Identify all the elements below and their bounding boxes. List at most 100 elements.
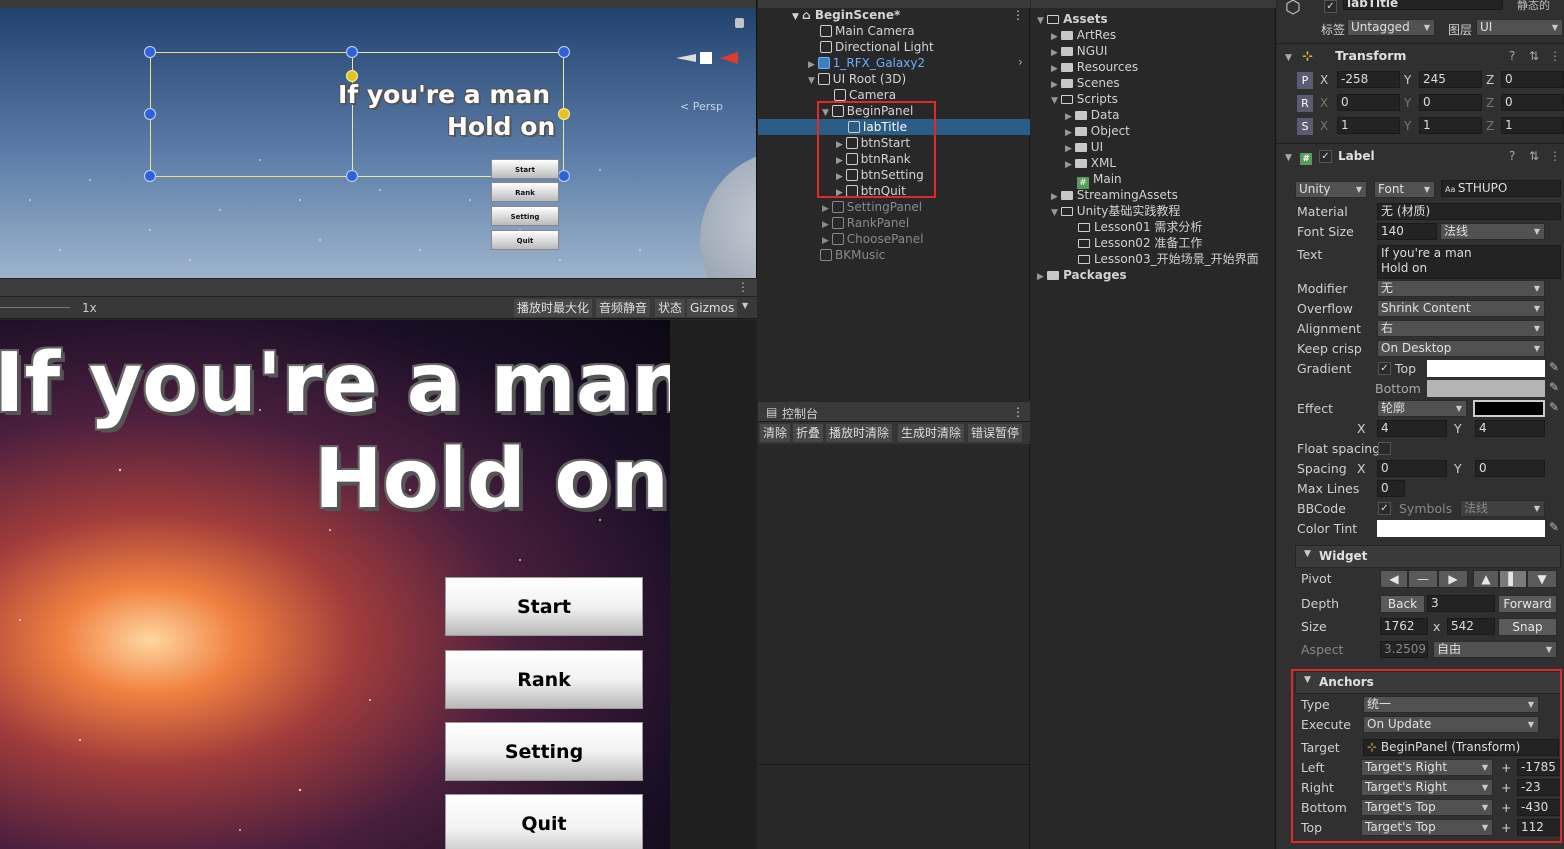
project-item-ngui[interactable]: ▶ NGUI — [1051, 43, 1107, 59]
hierarchy-item-directional-light[interactable]: Directional Light — [820, 39, 934, 55]
rotation-reset-button[interactable]: R — [1297, 95, 1313, 112]
float-spacing-checkbox[interactable] — [1378, 442, 1391, 455]
rank-button[interactable]: Rank — [445, 650, 643, 709]
symbols-dropdown[interactable]: 法线 — [1460, 500, 1545, 517]
pivot-center-button[interactable]: — — [1408, 570, 1438, 588]
error-pause-button[interactable]: 错误暂停 — [968, 424, 1023, 442]
text-area[interactable]: If you're a man Hold on — [1377, 245, 1561, 279]
scale-z-field[interactable]: 1 — [1501, 117, 1564, 134]
help-icon[interactable]: ? — [1509, 149, 1515, 163]
pivot-right-button[interactable]: ▶ — [1438, 570, 1468, 588]
position-reset-button[interactable]: P — [1297, 72, 1313, 89]
label-header[interactable]: ▼ # — [1285, 145, 1316, 167]
hierarchy-item-rankpanel[interactable]: ▶ RankPanel — [822, 215, 909, 231]
resize-handle[interactable] — [144, 108, 156, 120]
mute-audio-button[interactable]: 音频静音 — [596, 299, 651, 317]
project-item-resources[interactable]: ▶ Resources — [1051, 59, 1138, 75]
pivot-top-button[interactable]: ▲ — [1473, 570, 1499, 588]
position-z-field[interactable]: 0 — [1501, 71, 1564, 88]
clear-button[interactable]: 清除 — [760, 424, 791, 442]
effect-color-swatch[interactable] — [1473, 400, 1545, 417]
rotation-y-field[interactable]: 0 — [1419, 94, 1482, 111]
hierarchy-item-beginscene[interactable]: ▼ ⌂ BeginScene* — [792, 7, 900, 23]
project-item-streamingassets[interactable]: ▶ StreamingAssets — [1051, 187, 1178, 203]
stats-button[interactable]: 状态 — [655, 299, 686, 317]
orientation-gizmo[interactable] — [676, 50, 746, 66]
modifier-dropdown[interactable]: 无 — [1377, 280, 1545, 297]
gradient-top-swatch[interactable] — [1427, 360, 1545, 377]
help-icon[interactable]: ? — [1509, 49, 1515, 63]
hierarchy-item-main-camera[interactable]: Main Camera — [820, 23, 915, 39]
eyedropper-icon[interactable]: ✎ — [1549, 520, 1559, 534]
layer-dropdown[interactable]: UI — [1476, 19, 1563, 36]
aspect-field[interactable]: 3.25092 — [1380, 641, 1428, 658]
project-item-packages[interactable]: ▶ Packages — [1037, 267, 1127, 283]
color-tint-swatch[interactable] — [1377, 520, 1545, 537]
clear-on-play-button[interactable]: 播放时清除 — [826, 424, 893, 442]
chevron-down-icon[interactable]: ▼ — [742, 301, 748, 310]
resize-handle[interactable] — [558, 46, 570, 58]
max-lines-field[interactable]: 0 — [1377, 480, 1405, 497]
start-button[interactable]: Start — [445, 577, 643, 636]
tag-dropdown[interactable]: Untagged — [1347, 19, 1435, 36]
font-type-dropdown[interactable]: Unity — [1295, 181, 1367, 198]
console-tab[interactable]: 控制台 — [782, 405, 818, 422]
font-size-field[interactable]: 140 — [1377, 223, 1437, 240]
widget-header[interactable]: ▼ Widget — [1295, 545, 1561, 568]
width-field[interactable]: 1762 — [1380, 618, 1428, 635]
project-item-lesson03[interactable]: Lesson03_开始场景_开始界面 — [1078, 251, 1259, 267]
pivot-bottom-button[interactable]: ▼ — [1527, 570, 1557, 588]
menu-kebab-icon[interactable]: ⋮ — [1549, 49, 1561, 63]
project-item-data[interactable]: ▶ Data — [1065, 107, 1119, 123]
static-label[interactable]: 静态的 — [1517, 0, 1550, 13]
depth-field[interactable]: 3 — [1427, 595, 1495, 612]
menu-kebab-icon[interactable]: ⋮ — [1549, 149, 1561, 163]
snap-button[interactable]: Snap — [1498, 618, 1557, 636]
scale-y-field[interactable]: 1 — [1419, 117, 1482, 134]
hierarchy-item-galaxy[interactable]: ▶ 1_RFX_Galaxy2 — [808, 55, 925, 71]
eyedropper-icon[interactable]: ✎ — [1549, 380, 1559, 394]
game-view[interactable]: If you're a man Hold on Start Rank Setti… — [0, 320, 670, 849]
resize-handle[interactable] — [144, 170, 156, 182]
hierarchy-item-settingpanel[interactable]: ▶ SettingPanel — [822, 199, 922, 215]
project-item-scenes[interactable]: ▶ Scenes — [1051, 75, 1120, 91]
transform-header[interactable]: ▼ ⊹ Transform — [1285, 45, 1406, 67]
project-item-main[interactable]: # Main — [1077, 171, 1122, 189]
keep-crisp-dropdown[interactable]: On Desktop — [1377, 340, 1545, 357]
hierarchy-item-ui-root[interactable]: ▼ UI Root (3D) — [808, 71, 906, 87]
overflow-dropdown[interactable]: Shrink Content — [1377, 300, 1545, 317]
effect-y-field[interactable]: 4 — [1475, 420, 1545, 437]
active-checkbox[interactable]: ✓ — [1324, 0, 1337, 13]
alignment-dropdown[interactable]: 右 — [1377, 320, 1545, 337]
chevron-right-icon[interactable]: › — [1018, 55, 1023, 69]
object-name-field[interactable]: labTitle — [1343, 0, 1503, 10]
project-item-artres[interactable]: ▶ ArtRes — [1051, 27, 1116, 43]
resize-handle[interactable] — [558, 170, 570, 182]
project-item-xml[interactable]: ▶ XML — [1065, 155, 1116, 171]
setting-button[interactable]: Setting — [445, 722, 643, 781]
rotation-x-field[interactable]: 0 — [1337, 94, 1400, 111]
resize-handle[interactable] — [144, 46, 156, 58]
gradient-bottom-swatch[interactable] — [1427, 380, 1545, 397]
position-y-field[interactable]: 245 — [1419, 71, 1482, 88]
depth-back-button[interactable]: Back — [1380, 595, 1425, 613]
effect-dropdown[interactable]: 轮廓 — [1377, 400, 1467, 417]
hierarchy-item-choosepanel[interactable]: ▶ ChoosePanel — [822, 231, 923, 247]
font-style-dropdown[interactable]: 法线 — [1440, 223, 1545, 240]
pivot-middle-button[interactable]: ▌ — [1499, 570, 1527, 588]
height-field[interactable]: 542 — [1447, 618, 1495, 635]
clear-on-build-button[interactable]: 生成时清除 — [898, 424, 965, 442]
scale-slider[interactable] — [0, 307, 70, 308]
aspect-mode-dropdown[interactable]: 自由 — [1433, 641, 1557, 658]
position-x-field[interactable]: -258 — [1337, 71, 1400, 88]
eyedropper-icon[interactable]: ✎ — [1549, 360, 1559, 374]
pivot-left-button[interactable]: ◀ — [1380, 570, 1408, 588]
project-item-object[interactable]: ▶ Object — [1065, 123, 1130, 139]
gradient-checkbox[interactable]: ✓ — [1378, 362, 1391, 375]
resize-handle[interactable] — [346, 46, 358, 58]
pivot-handle[interactable] — [558, 108, 570, 120]
menu-kebab-icon[interactable]: ⋮ — [1012, 8, 1024, 22]
menu-kebab-icon[interactable]: ⋮ — [737, 280, 749, 294]
project-item-scripts[interactable]: ▼ Scripts — [1051, 91, 1118, 107]
eyedropper-icon[interactable]: ✎ — [1549, 400, 1559, 414]
